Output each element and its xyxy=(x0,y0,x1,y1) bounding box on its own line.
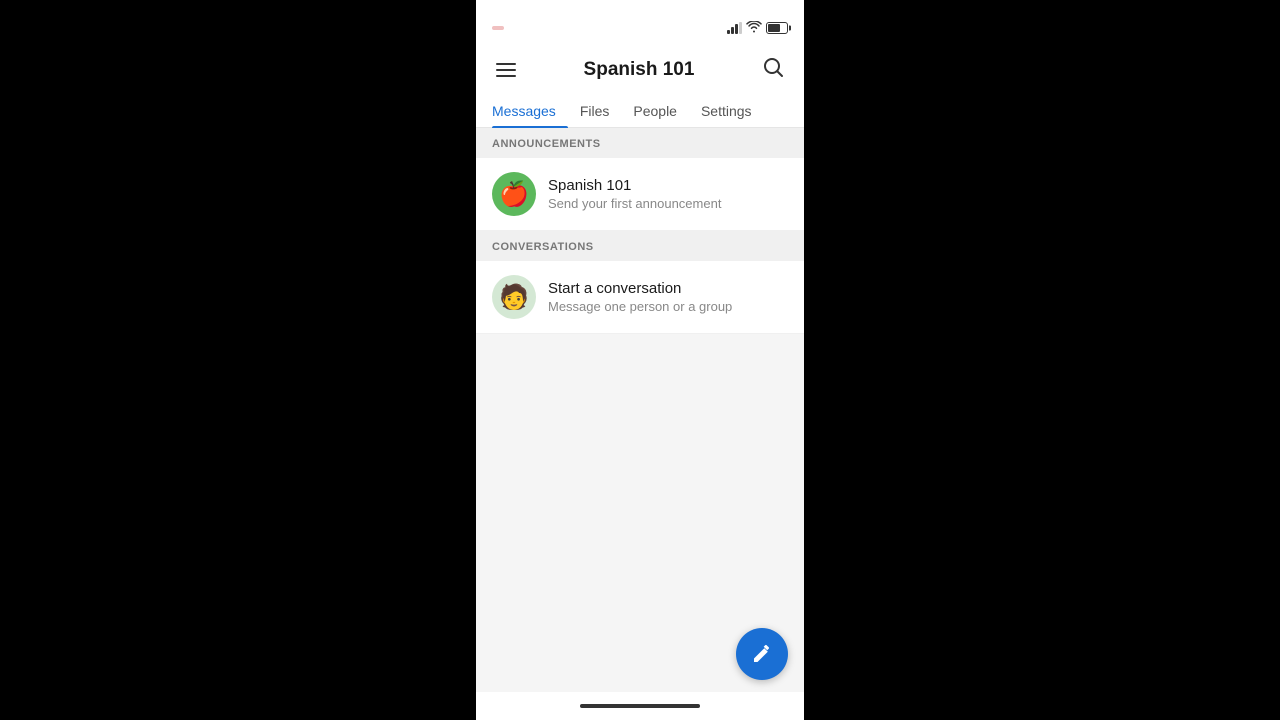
status-time xyxy=(492,26,504,30)
announcement-emoji: 🍎 xyxy=(499,180,529,209)
conversation-emoji: 🧑 xyxy=(499,283,529,312)
avatar: 🧑 xyxy=(492,275,536,319)
main-content: ANNOUNCEMENTS 🍎 Spanish 101 Send your fi… xyxy=(476,128,804,692)
tab-people[interactable]: People xyxy=(621,95,689,127)
conversation-title: Start a conversation xyxy=(548,280,732,297)
avatar: 🍎 xyxy=(492,172,536,216)
battery-icon xyxy=(766,22,788,34)
tab-messages[interactable]: Messages xyxy=(492,95,568,127)
tab-settings[interactable]: Settings xyxy=(689,95,764,127)
pencil-icon xyxy=(751,643,773,665)
phone-screen: Spanish 101 Messages Files People Settin… xyxy=(476,0,804,720)
page-title: Spanish 101 xyxy=(584,59,695,81)
conversations-section-header: CONVERSATIONS xyxy=(476,231,804,261)
status-icons xyxy=(727,21,788,36)
announcement-item[interactable]: 🍎 Spanish 101 Send your first announceme… xyxy=(476,158,804,231)
conversation-subtitle: Message one person or a group xyxy=(548,299,732,314)
compose-fab-button[interactable] xyxy=(736,628,788,680)
status-bar xyxy=(476,0,804,44)
search-button[interactable] xyxy=(758,52,788,87)
announcement-subtitle: Send your first announcement xyxy=(548,196,721,211)
app-header: Spanish 101 xyxy=(476,44,804,87)
tab-bar: Messages Files People Settings xyxy=(476,95,804,128)
conversation-item[interactable]: 🧑 Start a conversation Message one perso… xyxy=(476,261,804,334)
bottom-indicator xyxy=(476,692,804,720)
home-indicator xyxy=(580,704,700,708)
wifi-icon xyxy=(746,21,762,36)
menu-button[interactable] xyxy=(492,59,520,81)
signal-icon xyxy=(727,22,742,34)
tab-files[interactable]: Files xyxy=(568,95,622,127)
announcements-section-header: ANNOUNCEMENTS xyxy=(476,128,804,158)
announcement-title: Spanish 101 xyxy=(548,177,721,194)
